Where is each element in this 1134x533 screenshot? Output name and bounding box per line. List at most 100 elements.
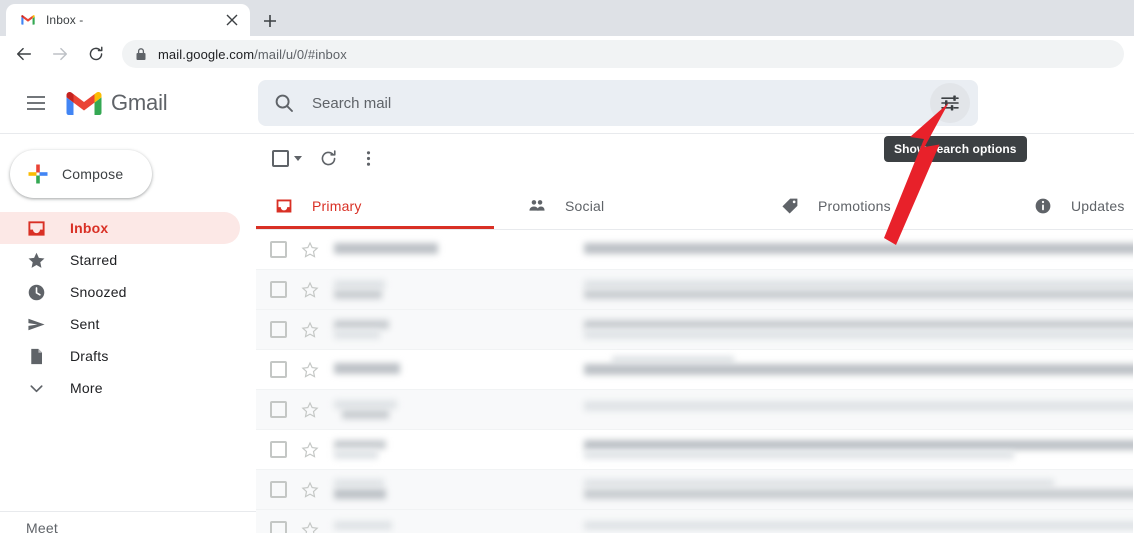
subject-text — [584, 355, 1134, 382]
table-row[interactable] — [256, 390, 1134, 430]
table-row[interactable] — [256, 310, 1134, 350]
sidebar-item-inbox[interactable]: Inbox — [0, 212, 240, 244]
tab-updates[interactable]: Updates — [1015, 182, 1134, 229]
tab-social[interactable]: Social — [509, 182, 762, 229]
checkbox-icon[interactable] — [270, 521, 287, 533]
checkbox-icon[interactable] — [270, 321, 287, 338]
sidebar-item-label: Drafts — [70, 348, 109, 364]
url-domain: mail.google.com — [158, 46, 255, 62]
info-icon — [1033, 196, 1053, 216]
sender-text — [334, 398, 534, 422]
star-outline-icon[interactable] — [300, 480, 320, 500]
sidebar-item-label: More — [70, 380, 103, 396]
tag-icon — [780, 196, 800, 216]
subject-text — [584, 278, 1134, 302]
table-row[interactable] — [256, 230, 1134, 270]
caret-down-icon[interactable] — [294, 155, 302, 161]
browser-window: Inbox - mail.google.com/mail/u/0/#inbox … — [0, 0, 1134, 533]
compose-button[interactable]: Compose — [10, 150, 152, 198]
more-options-button[interactable] — [348, 138, 388, 178]
checkbox-icon[interactable] — [270, 401, 287, 418]
checkbox-icon — [272, 149, 289, 167]
gmail-logo[interactable]: Gmail — [66, 89, 168, 117]
back-button[interactable] — [10, 40, 38, 68]
main-menu-button[interactable] — [16, 83, 56, 123]
active-tab-underline — [256, 226, 494, 229]
sidebar-item-snoozed[interactable]: Snoozed — [0, 276, 256, 308]
search-bar[interactable] — [258, 80, 978, 126]
star-outline-icon[interactable] — [300, 280, 320, 300]
browser-tab[interactable]: Inbox - — [6, 4, 250, 36]
people-icon — [527, 196, 547, 216]
search-button[interactable] — [264, 83, 304, 123]
forward-button[interactable] — [46, 40, 74, 68]
tune-icon — [941, 95, 959, 111]
clock-icon — [26, 282, 46, 302]
close-icon[interactable] — [222, 10, 242, 30]
gmail-wordmark: Gmail — [111, 89, 168, 115]
browser-toolbar: mail.google.com/mail/u/0/#inbox — [0, 36, 1134, 72]
address-bar-url: mail.google.com/mail/u/0/#inbox — [158, 47, 347, 62]
sidebar-item-label: Starred — [70, 252, 118, 268]
sidebar-divider — [0, 511, 256, 512]
table-row[interactable] — [256, 430, 1134, 470]
tab-label: Primary — [312, 197, 362, 214]
subject-text — [584, 318, 1134, 342]
sender-text — [334, 358, 534, 382]
gmail-favicon-icon — [21, 15, 35, 25]
hamburger-menu-icon — [27, 95, 45, 110]
select-all-checkbox[interactable] — [262, 138, 308, 178]
show-search-options-button[interactable] — [930, 83, 970, 123]
reload-button[interactable] — [82, 40, 110, 68]
table-row[interactable] — [256, 350, 1134, 390]
refresh-button[interactable] — [308, 138, 348, 178]
subject-text — [584, 238, 1134, 262]
star-outline-icon[interactable] — [300, 360, 320, 380]
checkbox-icon[interactable] — [270, 361, 287, 378]
browser-tabstrip: Inbox - — [0, 0, 1134, 36]
back-arrow-icon — [16, 47, 32, 61]
search-input[interactable] — [312, 81, 930, 125]
sidebar-item-drafts[interactable]: Drafts — [0, 340, 256, 372]
table-row[interactable] — [256, 470, 1134, 510]
star-outline-icon[interactable] — [300, 440, 320, 460]
forward-arrow-icon — [52, 47, 68, 61]
star-icon — [26, 250, 46, 270]
mail-list-panel: Primary Social Promotions Updates — [256, 134, 1134, 533]
table-row[interactable] — [256, 510, 1134, 533]
more-vertical-icon — [366, 150, 370, 166]
close-glyph — [226, 14, 238, 26]
browser-tab-title: Inbox - — [46, 13, 84, 27]
sidebar: Compose Inbox Starred Snoozed Sent Draft… — [0, 134, 256, 533]
sender-text — [334, 238, 534, 262]
subject-text — [584, 478, 1134, 502]
sender-text — [334, 318, 534, 342]
address-bar[interactable]: mail.google.com/mail/u/0/#inbox — [122, 40, 1124, 68]
subject-text — [584, 518, 1134, 533]
checkbox-icon[interactable] — [270, 441, 287, 458]
table-row[interactable] — [256, 270, 1134, 310]
new-tab-button[interactable] — [256, 7, 284, 35]
tab-label: Promotions — [818, 197, 891, 214]
checkbox-icon[interactable] — [270, 281, 287, 298]
tab-label: Updates — [1071, 197, 1125, 214]
sender-text — [334, 518, 534, 533]
star-outline-icon[interactable] — [300, 400, 320, 420]
subject-text — [584, 438, 1134, 462]
sidebar-item-starred[interactable]: Starred — [0, 244, 256, 276]
star-outline-icon[interactable] — [300, 320, 320, 340]
category-tabs: Primary Social Promotions Updates — [256, 182, 1134, 230]
checkbox-icon[interactable] — [270, 481, 287, 498]
sidebar-item-sent[interactable]: Sent — [0, 308, 256, 340]
tab-primary[interactable]: Primary — [256, 182, 509, 229]
tab-promotions[interactable]: Promotions — [762, 182, 1015, 229]
star-outline-icon[interactable] — [300, 240, 320, 260]
send-icon — [26, 314, 46, 334]
plus-icon — [264, 15, 276, 27]
tab-label: Social — [565, 197, 605, 214]
star-outline-icon[interactable] — [300, 520, 320, 533]
checkbox-icon[interactable] — [270, 241, 287, 258]
subject-text — [584, 398, 1134, 422]
sidebar-item-more[interactable]: More — [0, 372, 256, 404]
inbox-icon — [26, 218, 46, 238]
